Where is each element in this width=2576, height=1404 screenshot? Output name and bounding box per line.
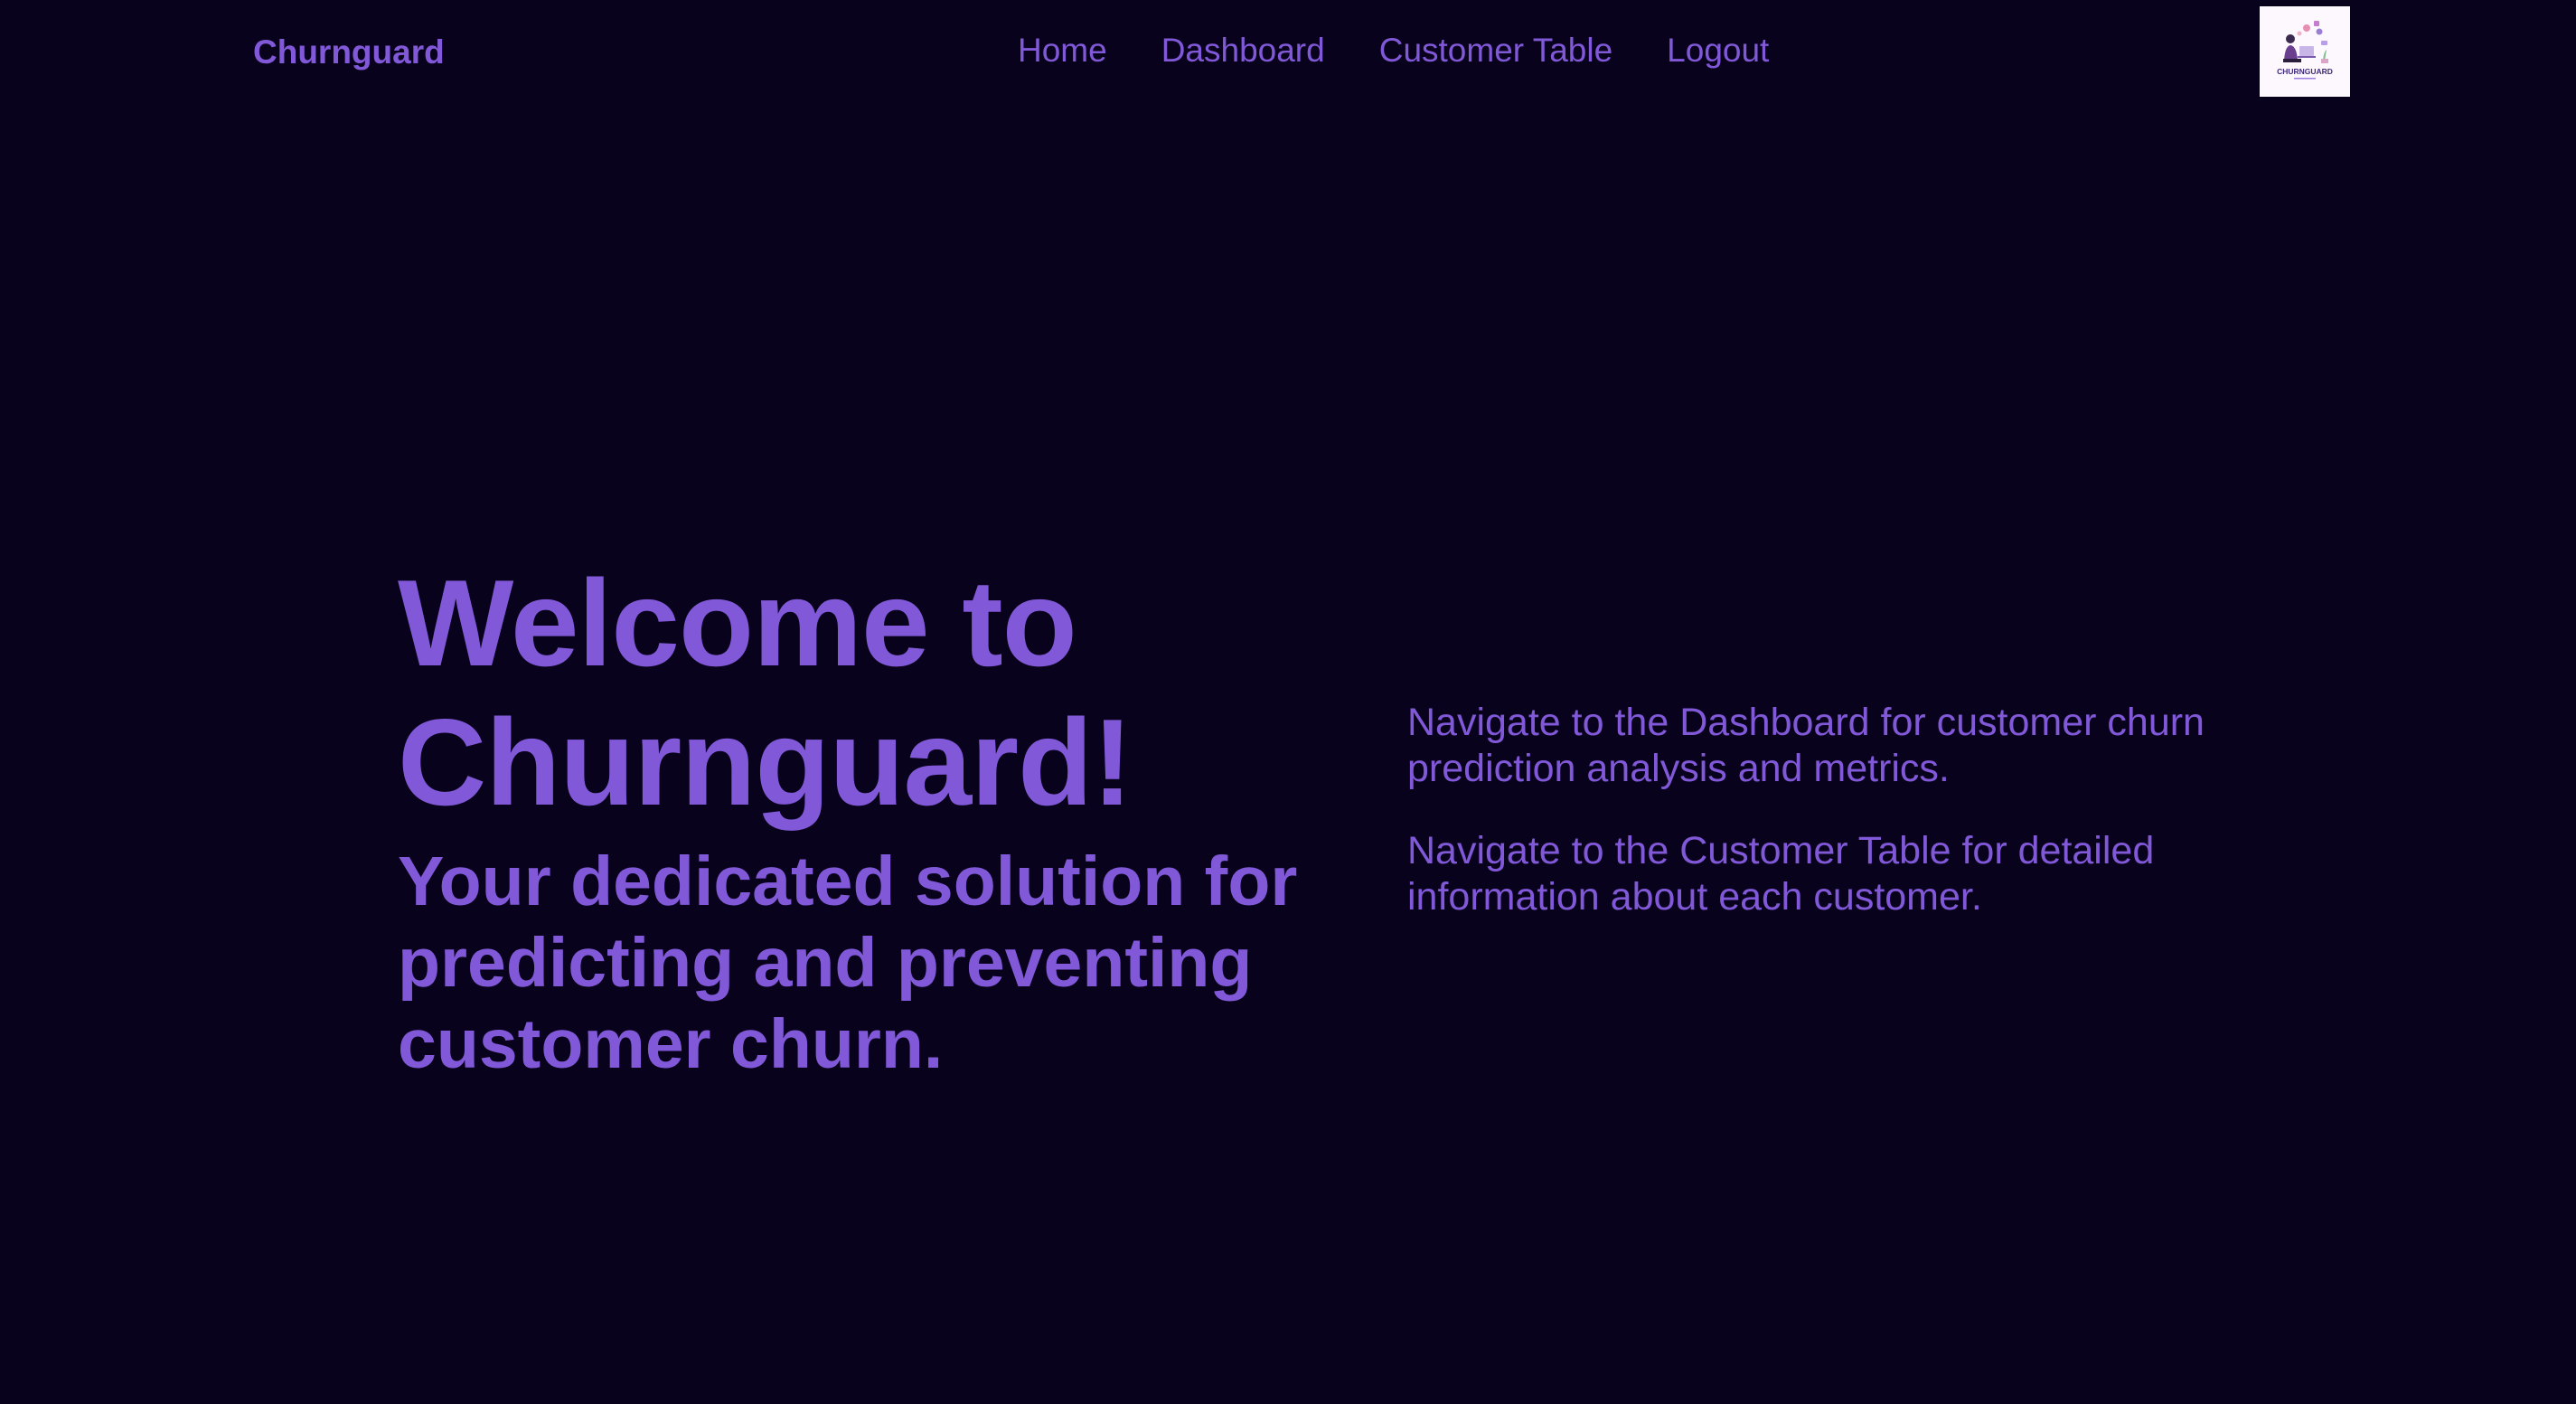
hero-title: Welcome to Churnguard! <box>398 554 1133 831</box>
logo-wordmark: CHURNGUARD <box>2277 67 2333 76</box>
churnguard-logo: CHURNGUARD <box>2260 6 2350 97</box>
nav-link-logout[interactable]: Logout <box>1667 29 1769 72</box>
hero-subtitle: Your dedicated solution for predicting a… <box>398 843 1298 1083</box>
nav-links: Home Dashboard Customer Table Logout <box>1018 29 1769 72</box>
brand-link[interactable]: Churnguard <box>253 31 445 74</box>
page: Churnguard Home Dashboard Customer Table… <box>0 0 2576 1404</box>
nav-link-home[interactable]: Home <box>1018 29 1107 72</box>
navigation-hints: Navigate to the Dashboard for customer c… <box>1407 700 2221 956</box>
customer-table-hint-text: Navigate to the Customer Table for detai… <box>1407 829 2155 919</box>
nav-link-customer-table[interactable]: Customer Table <box>1379 29 1612 72</box>
top-navbar: Churnguard Home Dashboard Customer Table… <box>0 0 2576 105</box>
nav-link-dashboard[interactable]: Dashboard <box>1161 29 1325 72</box>
logo-illustration-icon: CHURNGUARD <box>2260 6 2350 97</box>
dashboard-hint-text: Navigate to the Dashboard for customer c… <box>1407 701 2205 790</box>
hero-intro: Welcome to Churnguard! Your dedicated so… <box>398 553 1347 1085</box>
